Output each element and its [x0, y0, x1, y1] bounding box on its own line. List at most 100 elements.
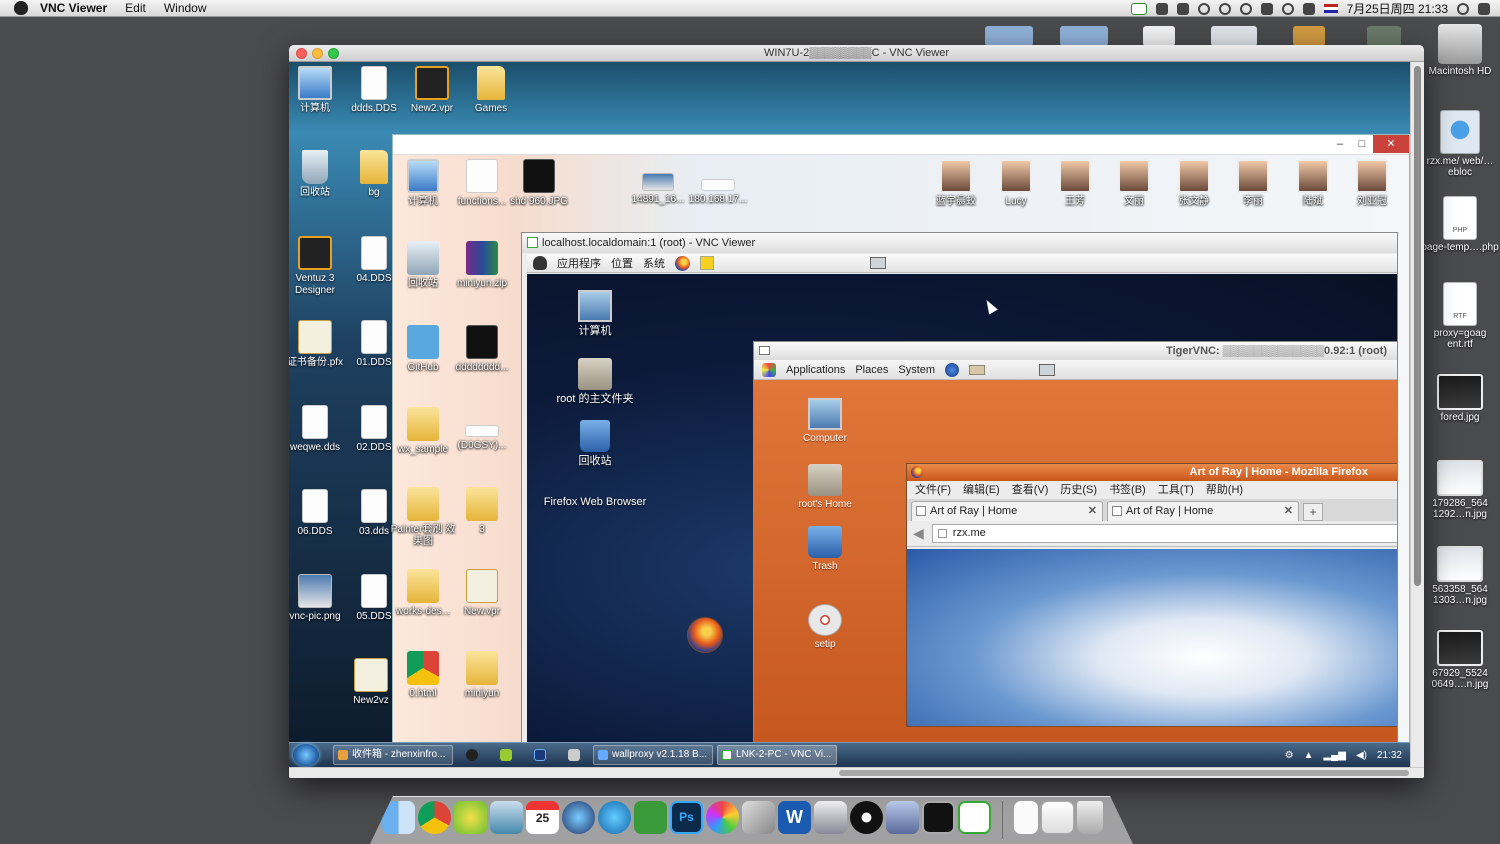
- pictures-icon[interactable]: [814, 801, 847, 834]
- evernote-icon[interactable]: [634, 801, 667, 834]
- apple-icon[interactable]: [14, 1, 28, 15]
- tiger-applications-menu[interactable]: Applications: [786, 364, 845, 376]
- php-file-icon[interactable]: PHP page-temp….php: [1420, 196, 1500, 253]
- bell-icon[interactable]: [1176, 2, 1189, 15]
- ff-tab-1[interactable]: Art of Ray | Home ✕: [911, 501, 1103, 521]
- itunes-icon[interactable]: [562, 801, 595, 834]
- close-tab-icon[interactable]: ✕: [1088, 502, 1097, 521]
- w7-ventuz-designer[interactable]: Ventuz 3 Designer: [289, 236, 345, 297]
- jpg-file-icon-3[interactable]: 67929_5524 0649….n.jpg: [1420, 630, 1500, 690]
- tiger-places-menu[interactable]: Places: [855, 364, 888, 376]
- wifi-icon[interactable]: [1281, 2, 1294, 15]
- panel-system-menu[interactable]: 系统: [643, 255, 665, 271]
- close-tab-icon[interactable]: ✕: [1284, 502, 1293, 521]
- vnc-viewer-icon[interactable]: [958, 801, 991, 834]
- evernote-tray-icon[interactable]: [1155, 2, 1168, 15]
- firefox-launcher-icon[interactable]: [675, 255, 690, 271]
- monitor-applet-icon[interactable]: [1039, 363, 1056, 376]
- panel-places-menu[interactable]: 位置: [611, 255, 633, 271]
- w7-computer-icon[interactable]: 计算机: [289, 66, 345, 115]
- fored-jpg-icon[interactable]: fored.jpg: [1420, 374, 1500, 423]
- url-bar[interactable]: rzx.me: [931, 524, 1397, 543]
- webloc-file-icon[interactable]: rzx.me/ web/…ebloc: [1420, 110, 1500, 178]
- finder-icon[interactable]: [382, 801, 415, 834]
- ff-menu-view[interactable]: 查看(V): [1012, 481, 1049, 499]
- contact-1[interactable]: 蓝宇晨蛟: [923, 159, 989, 208]
- desktop-file-top-3[interactable]: [1143, 26, 1175, 46]
- menu-window[interactable]: Window: [164, 1, 207, 15]
- ff-menu-file[interactable]: 文件(F): [915, 481, 951, 499]
- tiger-home-icon[interactable]: root's Home: [780, 464, 870, 511]
- window-menu-icon[interactable]: [759, 346, 770, 355]
- ff-menu-help[interactable]: 帮助(H): [1206, 481, 1243, 499]
- sync-icon[interactable]: [1218, 2, 1231, 15]
- w7-vnc-pic-png[interactable]: vnc-pic.png: [289, 574, 345, 623]
- desktop-folder-top-1[interactable]: [985, 26, 1033, 46]
- package-icon[interactable]: [886, 801, 919, 834]
- chat-app-icon[interactable]: [454, 801, 487, 834]
- lx-firefox-icon[interactable]: Firefox Web Browser: [535, 496, 723, 653]
- qq-icon[interactable]: [850, 801, 883, 834]
- bluetooth-icon[interactable]: [1260, 2, 1273, 15]
- inner-works-des[interactable]: works-des...: [390, 569, 456, 618]
- desktop-photo-top-6[interactable]: [1367, 26, 1401, 46]
- menubar-clock[interactable]: 7月25日周四 21:33: [1347, 0, 1448, 17]
- tiger-setip-icon[interactable]: setip: [780, 604, 870, 651]
- jpg-file-icon-1[interactable]: 179286_564 1292…n.jpg: [1420, 460, 1500, 520]
- tiger-system-menu[interactable]: System: [898, 364, 935, 376]
- inner-0-html[interactable]: 0.html: [390, 651, 456, 700]
- monitor-applet-icon[interactable]: [870, 257, 886, 269]
- contact-6[interactable]: 李丽: [1220, 159, 1286, 208]
- vnc-tray-icon[interactable]: [1130, 2, 1147, 15]
- downloads-stack-icon[interactable]: [1041, 801, 1074, 834]
- w7-games-folder[interactable]: Games: [461, 66, 521, 115]
- new-tab-button[interactable]: +: [1303, 503, 1323, 521]
- notification-list-icon[interactable]: [1478, 2, 1490, 15]
- ff-menu-edit[interactable]: 编辑(E): [963, 481, 1000, 499]
- taskbar-qq[interactable]: [457, 745, 487, 765]
- web-browser-launcher-icon[interactable]: [945, 362, 960, 377]
- horizontal-scroll-thumb[interactable]: [839, 770, 1409, 776]
- inner-recycle-bin[interactable]: 回收站: [390, 241, 456, 290]
- inner-miniyun-zip[interactable]: miniyun.zip: [449, 241, 515, 290]
- close-window-button[interactable]: [296, 48, 307, 59]
- notes-launcher-icon[interactable]: [700, 256, 714, 270]
- desktop-file-top-4[interactable]: [1211, 26, 1257, 46]
- menu-edit[interactable]: Edit: [125, 1, 146, 15]
- ime-icon[interactable]: ⚙: [1285, 750, 1294, 761]
- firefox-titlebar[interactable]: Art of Ray | Home - Mozilla Firefox: [907, 464, 1397, 481]
- close-icon[interactable]: ✕: [1373, 135, 1409, 153]
- network-signal-icon[interactable]: ▂▄▆: [1323, 750, 1345, 761]
- lx-computer-icon[interactable]: 计算机: [535, 290, 655, 338]
- calendar-icon[interactable]: 25: [526, 801, 559, 834]
- web-page-content[interactable]: [907, 549, 1397, 726]
- inner-d0gsy-file[interactable]: (D0GSY)...: [449, 425, 515, 452]
- ff-menu-tools[interactable]: 工具(T): [1158, 481, 1194, 499]
- taskbar-photoshop[interactable]: [525, 745, 555, 765]
- taskbar-browser[interactable]: [491, 745, 521, 765]
- tiger-computer-icon[interactable]: Computer: [780, 398, 870, 445]
- w7-06-dds[interactable]: 06.DDS: [289, 489, 345, 538]
- app-store-icon[interactable]: [598, 801, 631, 834]
- inner-miniyun-folder[interactable]: miniyun: [449, 651, 515, 700]
- tigervnc-titlebar[interactable]: TigerVNC: ▒▒▒▒▒▒▒▒▒▒▒▒▒0.92:1 (root): [754, 342, 1397, 360]
- chrome-icon[interactable]: [418, 801, 451, 834]
- picasa-icon[interactable]: [706, 801, 739, 834]
- taskbar-clock[interactable]: 21:32: [1377, 750, 1402, 761]
- contact-7[interactable]: 陆斌: [1280, 159, 1346, 208]
- desktop-folder-top-2[interactable]: [1060, 26, 1108, 46]
- preview-icon[interactable]: [490, 801, 523, 834]
- zoom-window-button[interactable]: [328, 48, 339, 59]
- speaker-icon[interactable]: ◀): [1356, 750, 1367, 761]
- taskbar-item-vnc[interactable]: LNK-2-PC - VNC Vi...: [717, 745, 837, 765]
- inner-computer-icon[interactable]: 计算机: [390, 159, 456, 208]
- horizontal-scrollbar[interactable]: [289, 767, 1424, 778]
- desktop-photo-top-5[interactable]: [1293, 26, 1325, 46]
- inner-dddd-file[interactable]: dddddddd...: [449, 325, 515, 374]
- lx-home-folder-icon[interactable]: root 的主文件夹: [535, 358, 655, 406]
- w7-cert-backup[interactable]: 证书备份.pfx: [289, 320, 345, 369]
- inner-window-titlebar[interactable]: – □ ✕: [393, 135, 1409, 155]
- taskbar-item-wallproxy[interactable]: wallproxy v2.1.18 B...: [593, 745, 713, 765]
- photoshop-icon[interactable]: Ps: [670, 801, 703, 834]
- mail-launcher-icon[interactable]: [969, 364, 986, 375]
